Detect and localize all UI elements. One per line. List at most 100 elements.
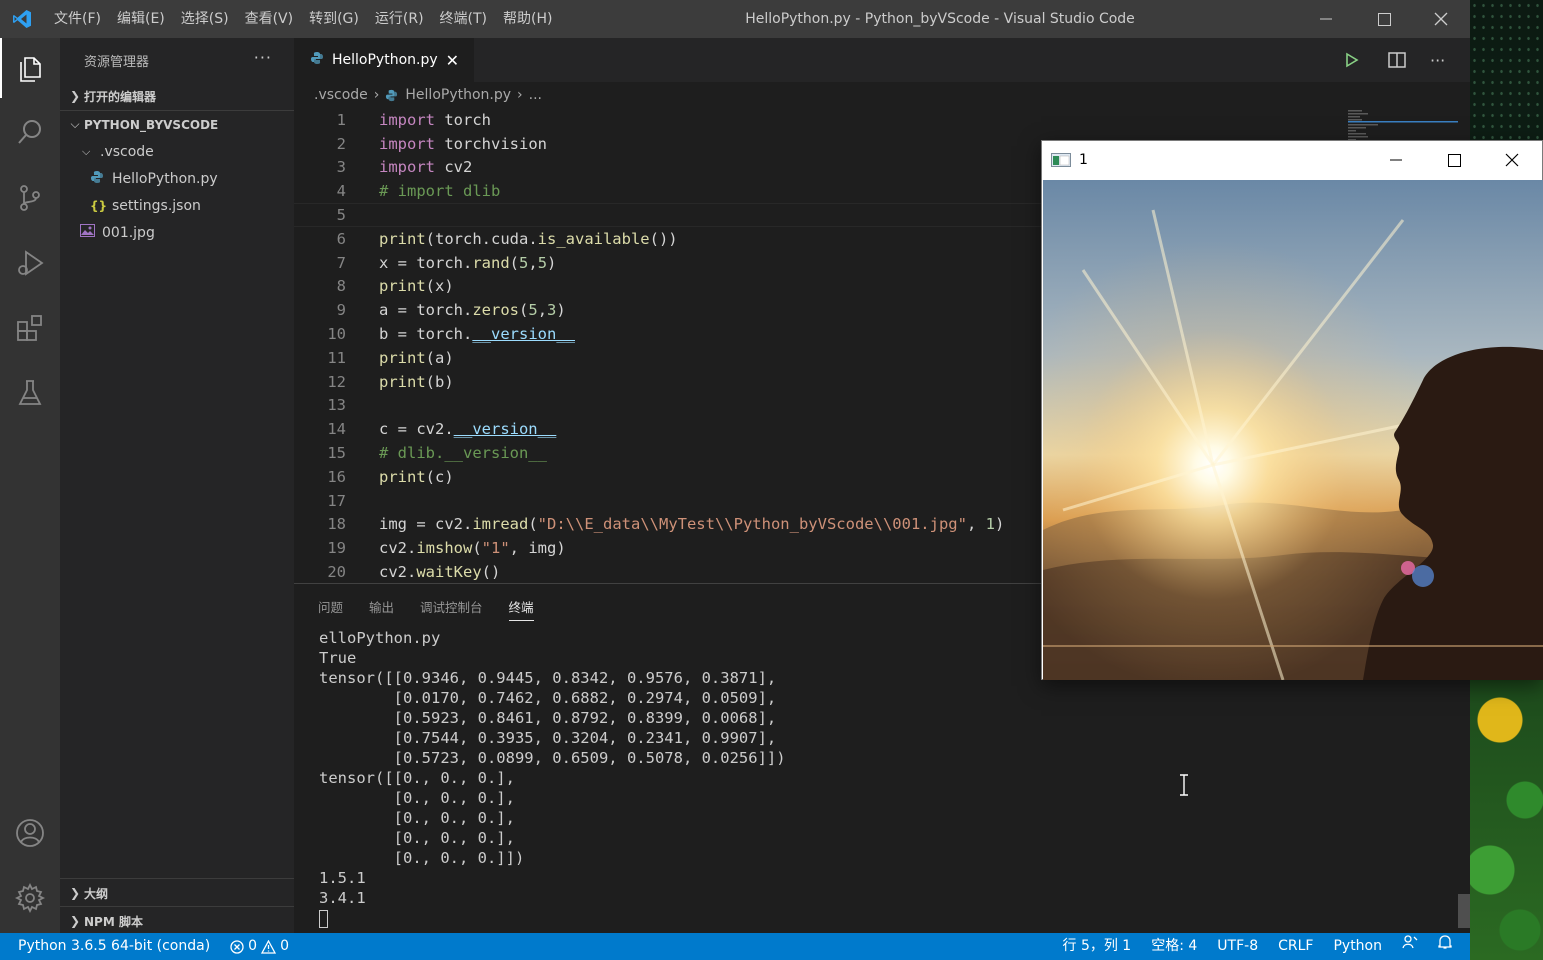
tree-item-001-jpg[interactable]: 001.jpg — [60, 219, 294, 246]
status-bar: Python 3.6.5 64-bit (conda) 0 0 行 5，列 1 … — [0, 933, 1470, 960]
terminal-line: tensor([[0.9346, 0.9445, 0.8342, 0.9576,… — [319, 669, 777, 687]
terminal-line: elloPython.py — [319, 629, 441, 647]
breadcrumb-symbol[interactable]: ... — [529, 87, 542, 103]
terminal-line: [0., 0., 0.]]) — [319, 849, 525, 867]
indentation[interactable]: 空格: 4 — [1141, 933, 1207, 960]
explorer-icon[interactable] — [0, 38, 60, 98]
tab-hellopython[interactable]: HelloPython.py ✕ — [294, 38, 474, 82]
close-tab-icon[interactable]: ✕ — [446, 51, 459, 70]
notifications-bell-icon[interactable] — [1428, 933, 1470, 960]
tree-item-vscode-folder[interactable]: ⌵ .vscode — [60, 138, 294, 165]
text-cursor-icon — [1179, 774, 1189, 800]
workspace-section[interactable]: ⌵ PYTHON_BYVSCODE — [60, 110, 294, 138]
code-text: print(b) — [379, 372, 454, 391]
chevron-right-icon: › — [517, 87, 523, 103]
terminal-line: [0., 0., 0.], — [319, 789, 515, 807]
line-number: 19 — [327, 539, 346, 558]
terminal-line: [0.5723, 0.0899, 0.6509, 0.5078, 0.0256]… — [319, 749, 786, 767]
python-file-icon — [90, 170, 112, 188]
menu-item[interactable]: 编辑(E) — [109, 0, 173, 38]
line-number: 1 — [336, 110, 346, 129]
code-text: print(torch.cuda.is_available()) — [379, 229, 678, 248]
code-line[interactable]: 1 import torch — [294, 108, 1470, 132]
chevron-right-icon: ❯ — [69, 89, 81, 103]
window-app-icon — [1051, 153, 1071, 167]
line-number: 16 — [327, 467, 346, 486]
more-actions-icon[interactable]: ··· — [1430, 38, 1445, 82]
line-number: 7 — [336, 253, 346, 272]
code-text: print(a) — [379, 348, 454, 367]
feedback-icon[interactable] — [1392, 933, 1428, 960]
json-file-icon: {} — [90, 198, 108, 213]
code-text: cv2.imshow("1", img) — [379, 539, 566, 558]
split-editor-icon[interactable] — [1388, 38, 1406, 82]
window-title: HelloPython.py - Python_byVScode - Visua… — [745, 11, 1135, 27]
cv-title-bar[interactable]: 1 — [1042, 141, 1542, 179]
activity-bar — [0, 38, 60, 933]
line-number: 4 — [336, 182, 346, 201]
warning-icon — [261, 939, 277, 954]
problems-indicator[interactable]: 0 0 — [220, 933, 299, 960]
maximize-button[interactable] — [1355, 0, 1413, 38]
menu-item[interactable]: 帮助(H) — [495, 0, 560, 38]
sunset-silhouette-image — [1043, 180, 1543, 680]
language-mode[interactable]: Python — [1323, 933, 1392, 960]
terminal-cursor — [319, 909, 328, 928]
code-text: img = cv2.imread("D:\\E_data\\MyTest\\Py… — [379, 515, 1005, 534]
menu-item[interactable]: 查看(V) — [237, 0, 302, 38]
tree-item-settings-json[interactable]: {} settings.json — [60, 192, 294, 219]
line-number: 10 — [327, 325, 346, 344]
panel-tab[interactable]: 输出 — [369, 584, 394, 628]
outline-label: 大纲 — [84, 886, 109, 901]
menu-item[interactable]: 转到(G) — [301, 0, 367, 38]
cv-maximize-button[interactable] — [1425, 141, 1483, 179]
explorer-header: 资源管理器 ··· — [60, 38, 294, 82]
run-debug-icon[interactable] — [0, 233, 60, 293]
minimize-button[interactable] — [1297, 0, 1355, 38]
vscode-logo-icon — [0, 0, 44, 38]
testing-icon[interactable] — [0, 363, 60, 423]
panel-tab[interactable]: 问题 — [318, 584, 343, 628]
menu-item[interactable]: 运行(R) — [367, 0, 432, 38]
npm-label: NPM 脚本 — [84, 914, 143, 929]
accounts-icon[interactable] — [0, 803, 60, 863]
extensions-icon[interactable] — [0, 298, 60, 358]
menu-item[interactable]: 终端(T) — [432, 0, 495, 38]
cv-window-title: 1 — [1079, 152, 1088, 168]
code-text: print(c) — [379, 467, 454, 486]
more-actions-icon[interactable]: ··· — [254, 48, 272, 67]
chevron-right-icon: ❯ — [69, 914, 81, 928]
source-control-icon[interactable] — [0, 168, 60, 228]
warning-count: 0 — [280, 938, 290, 954]
npm-scripts-section[interactable]: ❯ NPM 脚本 — [60, 906, 294, 935]
cv-minimize-button[interactable] — [1367, 141, 1425, 179]
breadcrumb-file[interactable]: HelloPython.py — [405, 87, 511, 103]
menu-item[interactable]: 文件(F) — [44, 0, 109, 38]
breadcrumb-folder[interactable]: .vscode — [314, 87, 368, 103]
encoding[interactable]: UTF-8 — [1207, 933, 1268, 960]
terminal-line: True — [319, 649, 357, 667]
code-text: import torch — [379, 110, 491, 129]
close-button[interactable] — [1412, 0, 1470, 38]
end-of-line[interactable]: CRLF — [1268, 933, 1323, 960]
tab-bar: HelloPython.py ✕ ··· — [294, 38, 1470, 82]
settings-gear-icon[interactable] — [0, 868, 60, 928]
open-editors-section[interactable]: ❯ 打开的编辑器 — [60, 82, 294, 110]
tree-item-label: 001.jpg — [102, 224, 155, 241]
code-text: b = torch.__version__ — [379, 325, 575, 344]
python-interpreter[interactable]: Python 3.6.5 64-bit (conda) — [0, 933, 220, 960]
line-number: 13 — [327, 396, 346, 415]
search-icon[interactable] — [0, 102, 60, 162]
tree-item-hellopython[interactable]: HelloPython.py — [60, 165, 294, 192]
terminal-output[interactable]: elloPython.py True tensor([[0.9346, 0.9445… — [319, 628, 786, 928]
run-python-file-icon[interactable] — [1344, 38, 1360, 82]
line-number: 5 — [336, 206, 346, 225]
outline-section[interactable]: ❯ 大纲 — [60, 878, 294, 907]
menu-item[interactable]: 选择(S) — [173, 0, 237, 38]
panel-tab[interactable]: 调试控制台 — [420, 584, 483, 628]
terminal-line: [0.5923, 0.8461, 0.8792, 0.8399, 0.0068]… — [319, 709, 777, 727]
cursor-position[interactable]: 行 5，列 1 — [1053, 933, 1142, 960]
terminal-scrollbar[interactable] — [1458, 894, 1470, 928]
cv-close-button[interactable] — [1483, 141, 1541, 179]
panel-tab[interactable]: 终端 — [508, 584, 534, 628]
